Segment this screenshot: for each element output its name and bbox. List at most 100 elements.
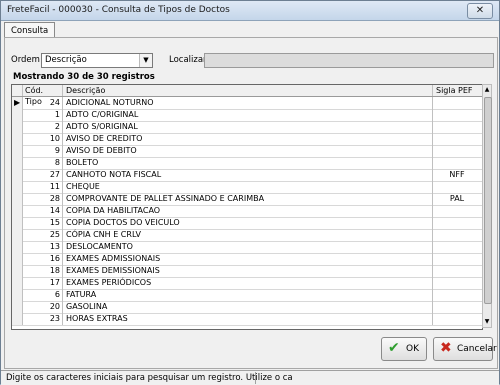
cell-sigla-pef	[434, 277, 480, 289]
tab-strip: Consulta	[1, 20, 499, 39]
status-divider	[255, 372, 256, 384]
scroll-down-icon[interactable]: ▼	[483, 317, 491, 327]
cell-sigla-pef	[434, 97, 480, 109]
documents-table[interactable]: Cód. Tipo Descrição Sigla PEF ▶ 24 ADICION…	[11, 84, 483, 330]
cell-sigla-pef	[434, 145, 480, 157]
cell-cod-tipo: 16	[23, 253, 63, 265]
cell-sigla-pef	[434, 109, 480, 121]
scroll-up-icon[interactable]: ▲	[483, 85, 491, 95]
row-indicator-cell	[12, 121, 23, 133]
cell-sigla-pef	[434, 265, 480, 277]
cell-cod-tipo: 2	[23, 121, 63, 133]
cell-descricao: FATURA	[64, 289, 433, 301]
cell-descricao: ADTO S/ORIGINAL	[64, 121, 433, 133]
row-indicator-cell	[12, 181, 23, 193]
cell-sigla-pef	[434, 205, 480, 217]
cell-cod-tipo: 28	[23, 193, 63, 205]
cell-sigla-pef	[434, 133, 480, 145]
cell-descricao: COPIA DA HABILITACAO	[64, 205, 433, 217]
cell-descricao: ADICIONAL NOTURNO	[64, 97, 433, 109]
row-indicator-cell	[12, 253, 23, 265]
row-indicator-cell	[12, 109, 23, 121]
cell-cod-tipo: 14	[23, 205, 63, 217]
row-indicator-cell: ▶	[12, 97, 23, 109]
cell-descricao: AVISO DE DEBITO	[64, 145, 433, 157]
cell-descricao: DESLOCAMENTO	[64, 241, 433, 253]
consulta-panel: Ordem Descrição ▼ Localizar Mostrando 30…	[4, 37, 498, 369]
cell-descricao: CANHOTO NOTA FISCAL	[64, 169, 433, 181]
cell-cod-tipo: 13	[23, 241, 63, 253]
header-indicator-cell	[12, 85, 23, 96]
row-indicator-cell	[12, 313, 23, 325]
row-indicator-cell	[12, 277, 23, 289]
window-title: FreteFacil - 000030 - Consulta de Tipos …	[7, 5, 230, 15]
dialog-window: FreteFacil - 000030 - Consulta de Tipos …	[0, 0, 500, 385]
records-caption: Mostrando 30 de 30 registros	[13, 72, 155, 82]
cell-descricao: AVISO DE CREDITO	[64, 133, 433, 145]
row-indicator-cell	[12, 289, 23, 301]
cell-cod-tipo: 27	[23, 169, 63, 181]
cell-cod-tipo: 17	[23, 277, 63, 289]
cell-descricao: BOLETO	[64, 157, 433, 169]
scrollbar-thumb[interactable]	[484, 97, 492, 304]
row-indicator-cell	[12, 193, 23, 205]
cell-sigla-pef: PAL	[449, 194, 465, 203]
current-row-arrow-icon: ▶	[14, 98, 21, 107]
cell-cod-tipo: 18	[23, 265, 63, 277]
cancel-button[interactable]: ✖ Cancelar	[433, 337, 497, 361]
cell-descricao: COPIA DOCTOS DO VEICULO	[64, 217, 433, 229]
cell-cod-tipo: 11	[23, 181, 63, 193]
localizar-input[interactable]	[204, 53, 494, 68]
row-indicator-cell	[12, 169, 23, 181]
ok-button[interactable]: ✔ OK	[381, 337, 427, 361]
cell-sigla-pef	[434, 253, 480, 265]
cell-descricao: EXAMES ADMISSIONAIS	[64, 253, 433, 265]
cell-sigla-pef	[434, 181, 480, 193]
ordem-label: Ordem	[11, 55, 40, 65]
cell-sigla-pef	[434, 289, 480, 301]
cell-sigla-pef	[434, 313, 480, 325]
row-indicator-cell	[12, 241, 23, 253]
cell-descricao: HORAS EXTRAS	[64, 313, 433, 325]
cell-descricao: CÓPIA CNH E CRLV	[64, 229, 433, 241]
cell-descricao: COMPROVANTE DE PALLET ASSINADO E CARIMBA	[64, 193, 433, 205]
cell-sigla-pef	[434, 241, 480, 253]
cell-cod-tipo: 8	[23, 157, 63, 169]
ordem-select-value: Descrição	[45, 55, 87, 65]
cell-sigla-pef	[434, 301, 480, 313]
cell-cod-tipo: 1	[23, 109, 63, 121]
ordem-select[interactable]: Descrição ▼	[41, 53, 153, 68]
cell-descricao: EXAMES PERIÓDICOS	[64, 277, 433, 289]
cell-sigla-pef	[434, 229, 480, 241]
close-icon: ✕	[475, 5, 485, 16]
header-descricao[interactable]: Descrição	[64, 85, 433, 96]
row-indicator-cell	[12, 133, 23, 145]
row-indicator-cell	[12, 301, 23, 313]
status-bar: Digite os caracteres iniciais para pesqu…	[1, 370, 499, 385]
cell-cod-tipo: 25	[23, 229, 63, 241]
table-header: Cód. Tipo Descrição Sigla PEF	[12, 85, 482, 106]
row-indicator-cell	[12, 205, 23, 217]
cell-sigla-pef	[434, 157, 480, 169]
cancel-x-icon: ✖	[440, 340, 452, 356]
cell-sigla-pef	[434, 121, 480, 133]
cell-descricao: EXAMES DEMISSIONAIS	[64, 265, 433, 277]
cell-cod-tipo: 10	[23, 133, 63, 145]
row-indicator-cell	[12, 217, 23, 229]
cell-descricao: CHEQUE	[64, 181, 433, 193]
checkmark-icon: ✔	[388, 340, 400, 356]
vertical-scrollbar[interactable]: ▲ ▼	[482, 84, 492, 328]
chevron-down-icon[interactable]: ▼	[139, 54, 152, 67]
cell-cod-tipo: 15	[23, 217, 63, 229]
header-sigla-pef[interactable]: Sigla PEF	[434, 85, 482, 96]
close-button[interactable]: ✕	[467, 3, 493, 19]
cell-sigla-pef: NFF	[449, 170, 465, 179]
row-indicator-cell	[12, 229, 23, 241]
cell-descricao: ADTO C/ORIGINAL	[64, 109, 433, 121]
cell-cod-tipo: 24	[23, 97, 63, 109]
title-bar[interactable]: FreteFacil - 000030 - Consulta de Tipos …	[1, 1, 499, 21]
header-cod-tipo[interactable]: Cód. Tipo	[23, 85, 63, 106]
table-row[interactable]: 23 HORAS EXTRAS	[12, 313, 482, 326]
row-indicator-cell	[12, 145, 23, 157]
status-hint: Digite os caracteres iniciais para pesqu…	[6, 373, 293, 383]
